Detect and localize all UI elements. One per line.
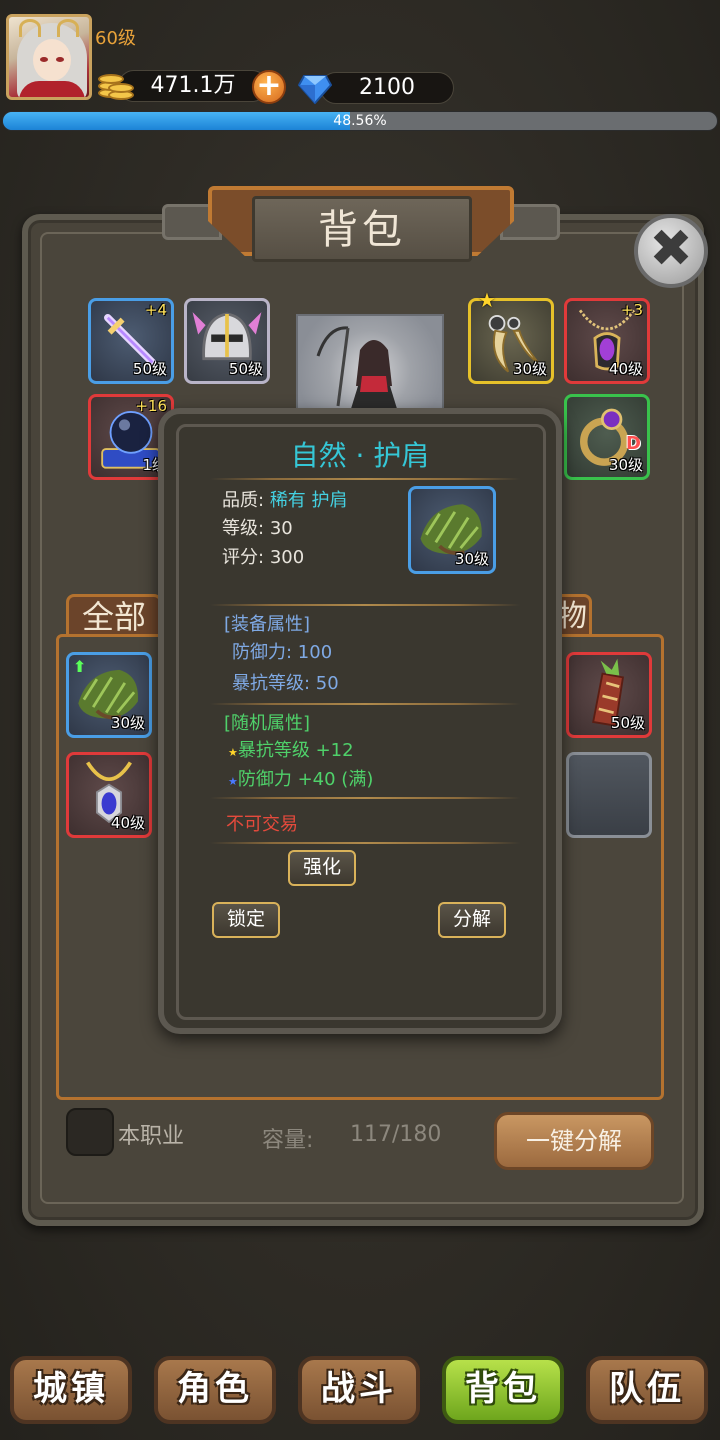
panel-title: 背包 — [252, 196, 472, 262]
lock-button[interactable]: 锁定 — [212, 902, 280, 938]
tab-all[interactable]: 全部 — [66, 594, 162, 638]
enhance-level: +4 — [144, 301, 167, 319]
nav-battle[interactable]: 战斗 — [298, 1356, 420, 1424]
trade-status: 不可交易 — [226, 814, 298, 835]
random-attr-row: ★暴抗等级 +12 — [228, 736, 354, 762]
level-row: 等级: 30 — [222, 514, 293, 540]
player-avatar[interactable] — [6, 14, 92, 100]
score-label: 评分: — [222, 547, 265, 568]
decompose-button[interactable]: 分解 — [438, 902, 506, 938]
equip-slot-amulet[interactable]: +3 40级 — [564, 298, 650, 384]
item-level: 30级 — [110, 714, 145, 732]
star-icon: ★ — [228, 775, 238, 788]
tooltip-title: 自然 · 护肩 — [290, 439, 430, 472]
equip-slot-helmet[interactable]: 50级 — [184, 298, 270, 384]
equip-attr-heading: [装备属性] — [224, 614, 311, 635]
score-row: 评分: 300 — [222, 543, 304, 569]
nav-character[interactable]: 角色 — [154, 1356, 276, 1424]
equip-slot-weapon[interactable]: +4 50级 — [88, 298, 174, 384]
grade-badge: D — [626, 433, 641, 454]
gold-amount: 471.1万 — [118, 70, 268, 102]
item-level: 50级 — [610, 714, 645, 732]
diamond-icon — [297, 72, 333, 105]
item-level: 50级 — [228, 360, 263, 378]
class-filter-label: 本职业 — [118, 1124, 185, 1149]
quality-row: 品质: 稀有 护肩 — [222, 486, 348, 512]
divider — [210, 703, 520, 705]
score-value: 300 — [269, 547, 305, 568]
random-attr-row: ★防御力 +40 (满) — [228, 765, 373, 791]
inventory-empty-slot[interactable] — [566, 752, 652, 838]
random-attr: 暴抗等级 +12 — [237, 740, 354, 761]
item-level: 30级 — [512, 360, 547, 378]
item-level: 40级 — [110, 814, 145, 832]
divider — [210, 478, 520, 480]
nav-backpack[interactable]: 背包 — [442, 1356, 564, 1424]
equip-attr: 防御力: 100 — [232, 642, 333, 663]
gold-coins-icon — [94, 68, 134, 104]
character-portrait — [296, 314, 444, 412]
bulk-decompose-button[interactable]: 一键分解 — [494, 1112, 654, 1170]
nav-team[interactable]: 队伍 — [586, 1356, 708, 1424]
enhance-level: +3 — [620, 301, 643, 319]
capacity-label: 容量: — [262, 1128, 314, 1153]
player-level: 60级 — [95, 28, 136, 49]
capacity-value: 117/180 — [350, 1122, 442, 1147]
inventory-item[interactable]: ⬆ 30级 — [66, 652, 152, 738]
nav-town[interactable]: 城镇 — [10, 1356, 132, 1424]
random-attr-heading: [随机属性] — [224, 713, 311, 734]
level-value: 30 — [269, 518, 293, 539]
divider — [210, 604, 520, 606]
inventory-item[interactable]: 40级 — [66, 752, 152, 838]
experience-percent: 48.56% — [333, 113, 387, 129]
enhance-button[interactable]: 强化 — [288, 850, 356, 886]
tooltip-item-icon: 30级 — [408, 486, 496, 574]
equip-slot-ring[interactable]: D 30级 — [564, 394, 650, 480]
level-label: 等级: — [222, 518, 265, 539]
gem-amount: 2100 — [320, 72, 454, 104]
item-level: 50级 — [132, 360, 167, 378]
class-filter-checkbox[interactable] — [66, 1108, 114, 1156]
quality-value: 稀有 护肩 — [269, 490, 348, 511]
random-attr: 防御力 +40 (满) — [237, 769, 374, 790]
item-level: 30级 — [454, 550, 489, 568]
close-icon: ✖ — [649, 219, 693, 279]
item-level: 40级 — [608, 360, 643, 378]
add-gold-button[interactable]: + — [252, 70, 286, 104]
enhance-level: +16 — [135, 397, 167, 415]
item-level: 30级 — [608, 456, 643, 474]
equip-attr: 暴抗等级: 50 — [232, 673, 339, 694]
close-button[interactable]: ✖ — [634, 214, 708, 288]
star-icon: ★ — [478, 288, 496, 312]
star-icon: ★ — [228, 746, 238, 759]
divider — [210, 842, 520, 844]
divider — [210, 797, 520, 799]
inventory-item[interactable]: 50级 — [566, 652, 652, 738]
quality-label: 品质: — [222, 490, 265, 511]
upgrade-arrow-icon: ⬆ — [73, 657, 87, 676]
